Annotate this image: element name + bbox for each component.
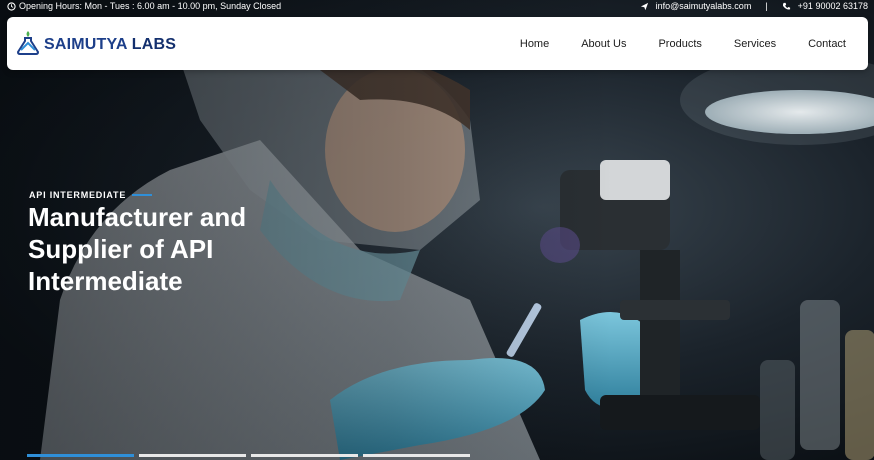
clock-icon — [6, 2, 16, 12]
slide-indicator-4[interactable] — [363, 454, 470, 457]
top-info-bar: Opening Hours: Mon - Tues : 6.00 am - 10… — [0, 0, 874, 13]
nav-contact[interactable]: Contact — [808, 38, 846, 50]
nav-services[interactable]: Services — [734, 38, 776, 50]
site-header: SAIMUTYA LABS Home About Us Products Ser… — [7, 17, 868, 70]
slide-indicator-3[interactable] — [251, 454, 358, 457]
eyebrow-accent-line — [132, 194, 153, 196]
phone-icon — [782, 2, 792, 12]
slide-indicator-1[interactable] — [27, 454, 134, 457]
headline-line-2: Supplier of API — [28, 234, 214, 264]
nav-about-us[interactable]: About Us — [581, 38, 626, 50]
brand-name-part2: LABS — [131, 35, 177, 53]
hero-eyebrow-text: API INTERMEDIATE — [29, 190, 127, 200]
opening-hours-text: Opening Hours: Mon - Tues : 6.00 am - 10… — [19, 1, 282, 11]
hero-headline: Manufacturer and Supplier of API Interme… — [28, 201, 388, 297]
slide-indicator-2[interactable] — [139, 454, 246, 457]
main-nav: Home About Us Products Services Contact — [520, 17, 846, 70]
email-link[interactable]: info@saimutyalabs.com — [656, 0, 752, 13]
contact-info: info@saimutyalabs.com | +91 90002 63178 — [640, 0, 868, 13]
opening-hours: Opening Hours: Mon - Tues : 6.00 am - 10… — [6, 0, 281, 13]
hero-eyebrow: API INTERMEDIATE — [29, 190, 153, 200]
nav-products[interactable]: Products — [658, 38, 701, 50]
headline-line-1: Manufacturer and — [28, 202, 247, 232]
nav-home[interactable]: Home — [520, 38, 549, 50]
topbar-separator: | — [765, 1, 768, 11]
brand-name-part1: SAIMUTYA — [44, 35, 128, 53]
slider-indicators — [27, 454, 470, 457]
brand-name: SAIMUTYA LABS — [44, 36, 176, 54]
brand-logo[interactable]: SAIMUTYA LABS — [16, 29, 176, 60]
paper-plane-icon — [640, 2, 650, 12]
phone-link[interactable]: +91 90002 63178 — [798, 0, 868, 13]
flask-logo-icon — [16, 29, 40, 60]
headline-line-3: Intermediate — [28, 266, 183, 296]
